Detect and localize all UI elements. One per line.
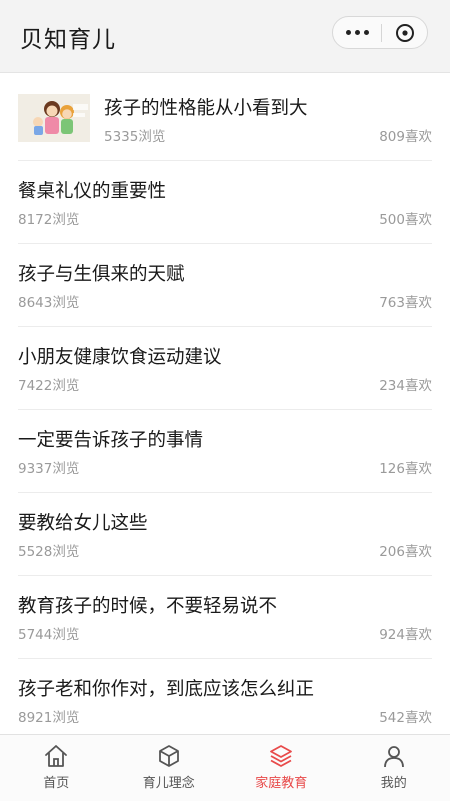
tab-home[interactable]: 首页 <box>0 735 113 801</box>
article-thumbnail <box>18 94 90 142</box>
article-item[interactable]: 孩子与生俱来的天赋 8643浏览 763喜欢 <box>18 244 432 327</box>
tab-label: 育儿理念 <box>143 772 195 791</box>
view-count: 8172浏览 <box>18 208 79 228</box>
like-count: 763喜欢 <box>379 291 432 311</box>
view-count: 8643浏览 <box>18 291 79 311</box>
like-count: 542喜欢 <box>379 706 432 726</box>
cube-icon <box>156 743 182 769</box>
like-count: 500喜欢 <box>379 208 432 228</box>
article-item[interactable]: 教育孩子的时候，不要轻易说不 5744浏览 924喜欢 <box>18 576 432 659</box>
bottom-tab-bar: 首页 育儿理念 家庭教育 我的 <box>0 734 450 801</box>
app-title: 贝知育儿 <box>20 20 116 54</box>
article-item[interactable]: 孩子的性格能从小看到大 5335浏览 809喜欢 <box>18 78 432 161</box>
dot-icon <box>364 30 369 35</box>
more-button[interactable] <box>333 17 381 48</box>
tab-label: 我的 <box>381 772 407 791</box>
view-count: 5528浏览 <box>18 540 79 560</box>
view-count: 7422浏览 <box>18 374 79 394</box>
article-title: 孩子老和你作对，到底应该怎么纠正 <box>18 675 314 701</box>
article-item[interactable]: 餐桌礼仪的重要性 8172浏览 500喜欢 <box>18 161 432 244</box>
article-title: 小朋友健康饮食运动建议 <box>18 343 222 369</box>
article-title: 教育孩子的时候，不要轻易说不 <box>18 592 277 618</box>
article-title: 孩子与生俱来的天赋 <box>18 260 185 286</box>
tab-parenting-concept[interactable]: 育儿理念 <box>113 735 226 801</box>
user-icon <box>381 743 407 769</box>
view-count: 9337浏览 <box>18 457 79 477</box>
tab-label: 首页 <box>43 772 69 791</box>
dot-icon <box>355 30 360 35</box>
view-count: 5335浏览 <box>104 125 165 145</box>
like-count: 924喜欢 <box>379 623 432 643</box>
view-count: 5744浏览 <box>18 623 79 643</box>
article-title: 一定要告诉孩子的事情 <box>18 426 203 452</box>
article-item[interactable]: 要教给女儿这些 5528浏览 206喜欢 <box>18 493 432 576</box>
article-title: 要教给女儿这些 <box>18 509 148 535</box>
article-item[interactable]: 小朋友健康饮食运动建议 7422浏览 234喜欢 <box>18 327 432 410</box>
dot-icon <box>346 30 351 35</box>
header-bar: 贝知育儿 <box>0 0 450 73</box>
like-count: 809喜欢 <box>379 125 432 145</box>
tab-label: 家庭教育 <box>255 772 307 791</box>
tab-mine[interactable]: 我的 <box>338 735 450 801</box>
article-item[interactable]: 孩子老和你作对，到底应该怎么纠正 8921浏览 542喜欢 <box>18 659 432 734</box>
article-title: 孩子的性格能从小看到大 <box>104 94 308 120</box>
article-title: 餐桌礼仪的重要性 <box>18 177 166 203</box>
like-count: 126喜欢 <box>379 457 432 477</box>
article-item[interactable]: 一定要告诉孩子的事情 9337浏览 126喜欢 <box>18 410 432 493</box>
tab-family-education[interactable]: 家庭教育 <box>225 735 338 801</box>
home-icon <box>43 743 69 769</box>
article-list: 孩子的性格能从小看到大 5335浏览 809喜欢 餐桌礼仪的重要性 8172浏览… <box>0 78 450 734</box>
close-circle-icon <box>394 22 416 44</box>
like-count: 206喜欢 <box>379 540 432 560</box>
like-count: 234喜欢 <box>379 374 432 394</box>
view-count: 8921浏览 <box>18 706 79 726</box>
close-button[interactable] <box>382 17 428 48</box>
miniprogram-capsule <box>332 16 428 49</box>
layers-icon <box>268 743 294 769</box>
